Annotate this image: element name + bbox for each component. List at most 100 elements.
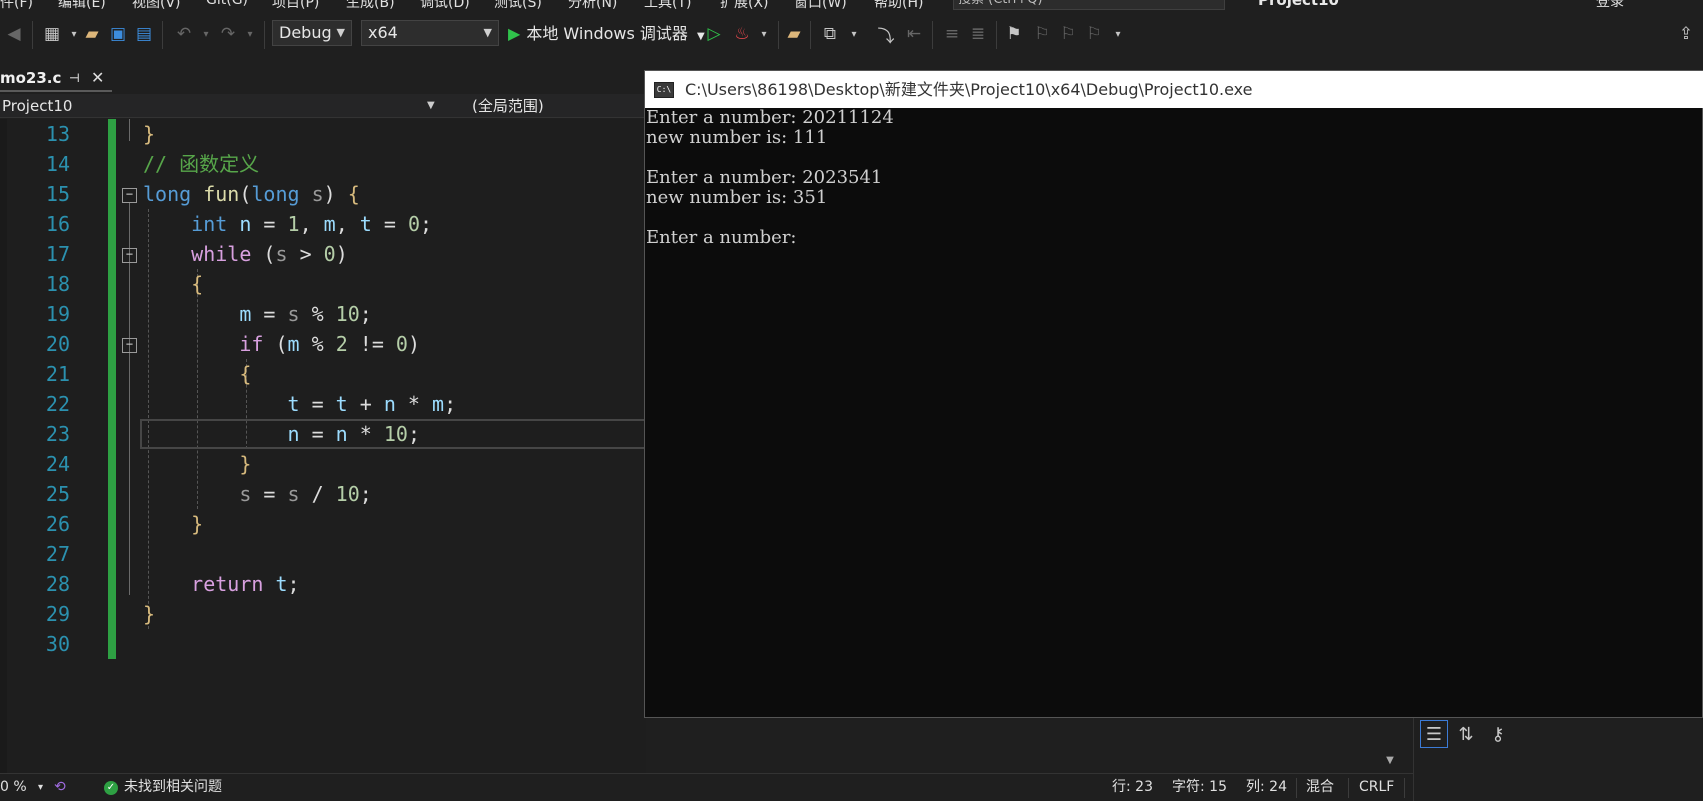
console-title-bar[interactable]: C:\ C:\Users\86198\Desktop\新建文件夹\Project… (645, 71, 1703, 108)
line-number: 14 (45, 152, 70, 176)
live-share-icon[interactable]: ⇪ (1674, 22, 1698, 46)
project-dropdown-value: Project10 (2, 97, 73, 115)
menu-project[interactable]: 项目(P) (272, 0, 319, 12)
properties-list-icon[interactable]: ☰ (1420, 720, 1448, 748)
line-number: 19 (45, 302, 70, 326)
run-label: 本地 Windows 调试器 (526, 24, 688, 43)
menu-edit[interactable]: 编辑(E) (58, 0, 106, 12)
play-icon: ▶ (508, 24, 521, 43)
console-line: Enter a number: 20211124 (646, 107, 894, 128)
menu-test[interactable]: 测试(S) (494, 0, 542, 12)
prev-bookmark-icon[interactable]: ⚐ (1030, 22, 1054, 46)
menu-tools[interactable]: 工具(T) (644, 0, 691, 12)
line-number: 28 (45, 572, 70, 596)
chevron-down-icon[interactable]: ▾ (752, 22, 776, 46)
menu-debug[interactable]: 调试(D) (420, 0, 470, 12)
pin-icon[interactable]: ⊣ (69, 66, 80, 90)
line-number: 13 (45, 122, 70, 146)
close-icon[interactable]: ✕ (91, 66, 104, 90)
navigate-back-icon[interactable]: ◀ (2, 22, 26, 46)
collapse-toggle-icon[interactable]: − (122, 248, 137, 263)
chevron-down-icon[interactable]: ▾ (38, 774, 43, 801)
new-project-icon[interactable]: ▦ (40, 22, 64, 46)
code-line: long fun(long s) { (143, 182, 360, 206)
menu-git[interactable]: Git(G) (206, 0, 248, 8)
line-number: 29 (45, 602, 70, 626)
step-over-icon[interactable]: ⤵ (874, 22, 898, 47)
login-link[interactable]: 登录 (1596, 0, 1624, 11)
next-bookmark-icon[interactable]: ⚐ (1056, 22, 1080, 46)
navigation-bar: Project10 ▼ (全局范围) (0, 94, 700, 118)
menu-extensions[interactable]: 扩展(X) (720, 0, 769, 12)
console-window[interactable]: C:\ C:\Users\86198\Desktop\新建文件夹\Project… (644, 70, 1703, 718)
line-indicator[interactable]: 行: 23 (1112, 774, 1153, 801)
scope-dropdown-value: (全局范围) (472, 97, 544, 115)
menu-file[interactable]: 件(F) (0, 0, 33, 12)
window-layout-icon[interactable]: ⧉ (818, 22, 842, 46)
indent-mode[interactable]: 混合 (1306, 774, 1334, 801)
line-number: 27 (45, 542, 70, 566)
collapse-toggle-icon[interactable]: − (122, 338, 137, 353)
zoom-level[interactable]: 0 % (0, 774, 27, 801)
code-line: } (191, 512, 204, 536)
menu-bar: 件(F) 编辑(E) 视图(V) Git(G) 项目(P) 生成(B) 调试(D… (0, 0, 1703, 12)
browse-folder-icon[interactable]: ▰ (782, 22, 806, 46)
configuration-select[interactable]: Debug ▼ (272, 20, 352, 46)
comment-lines-icon[interactable]: ≡ (940, 22, 964, 46)
menu-help[interactable]: 帮助(H) (874, 0, 923, 12)
bookmark-icon[interactable]: ⚑ (1002, 22, 1026, 46)
tab-file-label: mo23.c (0, 69, 62, 87)
undo-icon[interactable]: ↶ (172, 22, 196, 46)
console-line: new number is: 351 (646, 187, 828, 208)
scope-dropdown[interactable]: (全局范围) (472, 94, 544, 118)
undo-dropdown-icon[interactable]: ▾ (194, 22, 218, 46)
char-indicator[interactable]: 字符: 15 (1172, 774, 1227, 801)
save-all-icon[interactable]: ▤ (132, 22, 156, 46)
menu-view[interactable]: 视图(V) (132, 0, 181, 12)
redo-icon[interactable]: ↷ (216, 22, 240, 46)
issues-status[interactable]: 未找到相关问题 (124, 774, 222, 801)
clear-bookmarks-icon[interactable]: ⚐ (1082, 22, 1106, 46)
property-pages-icon[interactable]: ⚷ (1484, 720, 1512, 748)
code-line: if (m % 2 != 0) (239, 332, 420, 356)
uncomment-lines-icon[interactable]: ≣ (966, 22, 990, 46)
toolbar-overflow-icon[interactable]: ▾ (1106, 22, 1130, 46)
solution-explorer-toolbar: ☰ ⇅ ⚷ (1413, 718, 1703, 801)
redo-dropdown-icon[interactable]: ▾ (238, 22, 262, 46)
code-line: int n = 1, m, t = 0; (191, 212, 433, 236)
intellicode-icon[interactable]: ⟲ (54, 774, 66, 801)
scroll-down-arrow[interactable]: ▼ (1380, 755, 1400, 771)
menu-analyze[interactable]: 分析(N) (568, 0, 617, 12)
col-indicator[interactable]: 列: 24 (1246, 774, 1287, 801)
document-tabs: mo23.c ⊣ ✕ (0, 66, 700, 92)
tab-file[interactable]: mo23.c ⊣ ✕ (0, 66, 112, 92)
search-input[interactable]: 搜索 (Ctrl+Q) (953, 0, 1225, 10)
console-line: Enter a number: (646, 227, 803, 248)
menu-window[interactable]: 窗口(W) (794, 0, 847, 12)
code-editor[interactable]: 13 14 15 16 17 18 19 20 21 22 23 24 25 2… (0, 119, 646, 773)
line-number: 26 (45, 512, 70, 536)
save-icon[interactable]: ▣ (106, 22, 130, 46)
platform-select[interactable]: x64 ▼ (361, 20, 499, 46)
toolbar: ◀ ▦ ▾ ▰ ▣ ▤ ↶ ▾ ↷ ▾ Debug ▼ x64 ▼ ▶ 本地 Wi… (0, 12, 1703, 58)
line-number: 25 (45, 482, 70, 506)
project-dropdown[interactable]: Project10 ▼ (2, 94, 442, 118)
console-output[interactable]: Enter a number: 20211124 new number is: … (645, 108, 1703, 718)
start-without-debugging-icon[interactable]: ▷ (702, 22, 726, 46)
line-ending[interactable]: CRLF (1359, 774, 1394, 801)
code-line: } (143, 122, 156, 146)
menu-build[interactable]: 生成(B) (346, 0, 395, 12)
start-debugging-button[interactable]: ▶ 本地 Windows 调试器 ▼ (508, 21, 705, 47)
change-tracking-bar (108, 119, 116, 659)
chevron-down-icon[interactable]: ▾ (842, 22, 866, 46)
hot-reload-icon[interactable]: ♨ (730, 22, 754, 46)
code-line: return t; (191, 572, 300, 596)
line-number: 22 (45, 392, 70, 416)
sort-alphabetical-icon[interactable]: ⇅ (1452, 720, 1480, 748)
open-folder-icon[interactable]: ▰ (80, 22, 104, 46)
line-number: 30 (45, 632, 70, 656)
collapse-toggle-icon[interactable]: − (122, 188, 137, 203)
step-out-icon[interactable]: ⇤ (902, 22, 926, 46)
